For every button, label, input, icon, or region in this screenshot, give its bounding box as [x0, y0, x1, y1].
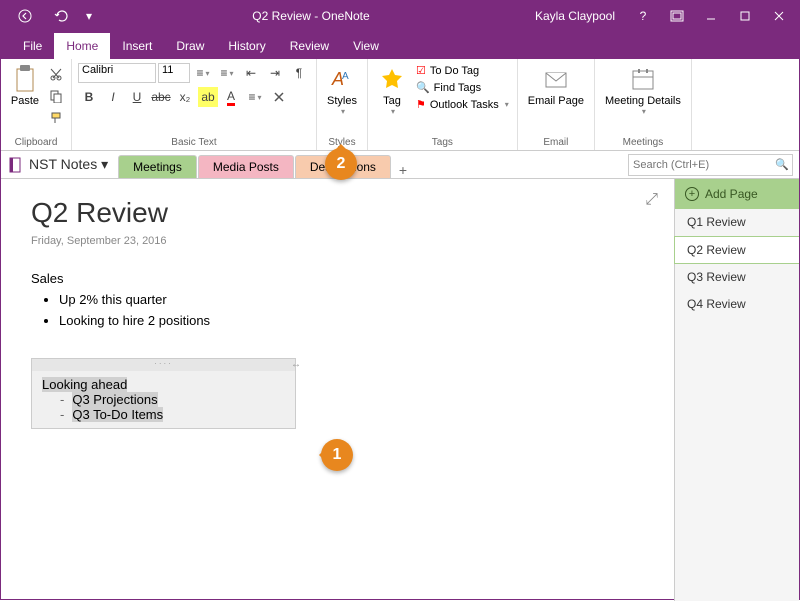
callout-1: 1	[321, 439, 353, 471]
todo-tag-button[interactable]: ☑To Do Tag	[414, 63, 511, 78]
group-tags: Tag▾ ☑To Do Tag 🔍Find Tags ⚑Outlook Task…	[368, 59, 518, 150]
notebook-icon	[7, 156, 25, 174]
font-size-select[interactable]: 11	[158, 63, 190, 83]
subscript-button[interactable]: x₂	[174, 87, 196, 107]
group-clipboard: Paste Clipboard	[1, 59, 72, 150]
highlight-button[interactable]: ab	[198, 87, 218, 107]
italic-button[interactable]: I	[102, 87, 124, 107]
add-section-button[interactable]: +	[392, 162, 414, 178]
underline-button[interactable]: U	[126, 87, 148, 107]
group-basic-text: Calibri 11 ≡▾ ≡▾ ⇤ ⇥ ¶ B I U abc x₂ ab A…	[72, 59, 317, 150]
svg-text:A: A	[342, 71, 349, 82]
section-tab-meetings[interactable]: Meetings	[118, 155, 197, 178]
clear-formatting-icon[interactable]	[268, 87, 290, 107]
copy-icon[interactable]	[47, 87, 65, 105]
list-item[interactable]: Q3 To-Do Items	[72, 407, 163, 422]
tag-button[interactable]: Tag▾	[374, 63, 410, 118]
page-item[interactable]: Q2 Review	[674, 236, 799, 264]
fullscreen-icon[interactable]	[661, 2, 693, 30]
align-button[interactable]: ≡▾	[244, 87, 266, 107]
bullets-icon[interactable]: ≡▾	[192, 63, 214, 83]
resize-handle-icon[interactable]: ↔	[291, 359, 301, 370]
page-item[interactable]: Q3 Review	[675, 264, 799, 291]
search-input[interactable]	[633, 159, 775, 171]
strikethrough-button[interactable]: abc	[150, 87, 172, 107]
indent-icon[interactable]: ⇥	[264, 63, 286, 83]
plus-icon: +	[685, 187, 699, 201]
pages-panel: + Add Page Q1 Review Q2 Review Q3 Review…	[674, 179, 799, 601]
ribbon-tabs: File Home Insert Draw History Review Vie…	[1, 31, 799, 59]
close-icon[interactable]	[763, 2, 795, 30]
qat-more-icon[interactable]: ▾	[81, 2, 97, 30]
find-tags-button[interactable]: 🔍Find Tags	[414, 80, 511, 95]
meeting-details-button[interactable]: Meeting Details▾	[601, 63, 685, 118]
title-bar: ▾ Q2 Review - OneNote Kayla Claypool ?	[1, 1, 799, 31]
window-title: Q2 Review - OneNote	[252, 9, 369, 23]
tab-view[interactable]: View	[341, 33, 391, 59]
group-email: Email Page Email	[518, 59, 595, 150]
tab-insert[interactable]: Insert	[110, 33, 164, 59]
outdent-icon[interactable]: ⇤	[240, 63, 262, 83]
page-date: Friday, September 23, 2016	[31, 235, 644, 247]
styles-button[interactable]: AA Styles▾	[323, 63, 361, 118]
font-color-button[interactable]: A	[220, 87, 242, 107]
list-item[interactable]: Q3 Projections	[72, 392, 157, 407]
page-canvas[interactable]: ⤢ Q2 Review Friday, September 23, 2016 S…	[1, 179, 674, 601]
tab-history[interactable]: History	[216, 33, 277, 59]
minimize-icon[interactable]	[695, 2, 727, 30]
format-painter-icon[interactable]	[47, 109, 65, 127]
notebook-bar: NST Notes ▾ Meetings Media Posts Destina…	[1, 151, 799, 179]
tab-draw[interactable]: Draw	[164, 33, 216, 59]
bold-button[interactable]: B	[78, 87, 100, 107]
expand-icon[interactable]: ⤢	[645, 191, 658, 209]
group-meetings: Meeting Details▾ Meetings	[595, 59, 692, 150]
tab-home[interactable]: Home	[54, 33, 110, 59]
group-label: Clipboard	[7, 135, 65, 148]
add-page-button[interactable]: + Add Page	[675, 179, 799, 209]
undo-icon[interactable]	[45, 2, 77, 30]
search-box[interactable]: 🔍	[628, 154, 793, 176]
tab-review[interactable]: Review	[278, 33, 341, 59]
user-name[interactable]: Kayla Claypool	[525, 9, 625, 23]
list-item[interactable]: Up 2% this quarter	[59, 292, 644, 307]
notebook-title[interactable]: NST Notes ▾	[29, 156, 108, 173]
font-family-select[interactable]: Calibri	[78, 63, 156, 83]
page-item[interactable]: Q1 Review	[675, 209, 799, 236]
callout-2: 2	[325, 148, 357, 180]
drag-handle-icon[interactable]: ····	[32, 359, 295, 371]
paste-button[interactable]: Paste	[7, 63, 43, 107]
help-icon[interactable]: ?	[627, 2, 659, 30]
ribbon: Paste Clipboard Calibri 11 ≡▾ ≡▾ ⇤ ⇥ ¶ B	[1, 59, 799, 151]
group-label: Tags	[374, 135, 511, 148]
list-item[interactable]: Looking to hire 2 positions	[59, 313, 644, 328]
page-item[interactable]: Q4 Review	[675, 291, 799, 318]
group-label: Meetings	[601, 135, 685, 148]
cut-icon[interactable]	[47, 65, 65, 83]
container-heading[interactable]: Looking ahead	[42, 377, 127, 392]
paragraph-icon[interactable]: ¶	[288, 63, 310, 83]
email-page-button[interactable]: Email Page	[524, 63, 588, 109]
section-heading[interactable]: Sales	[31, 271, 644, 286]
page-title[interactable]: Q2 Review	[31, 197, 644, 229]
tab-file[interactable]: File	[11, 33, 54, 59]
outlook-tasks-button[interactable]: ⚑Outlook Tasks▾	[414, 97, 511, 112]
back-icon[interactable]	[9, 2, 41, 30]
note-container[interactable]: ↔ ···· Looking ahead -Q3 Projections -Q3…	[31, 358, 296, 429]
search-icon[interactable]: 🔍	[775, 158, 789, 171]
group-label: Basic Text	[78, 135, 310, 148]
group-label: Email	[524, 135, 588, 148]
numbering-icon[interactable]: ≡▾	[216, 63, 238, 83]
maximize-icon[interactable]	[729, 2, 761, 30]
section-tab-media-posts[interactable]: Media Posts	[198, 155, 294, 178]
